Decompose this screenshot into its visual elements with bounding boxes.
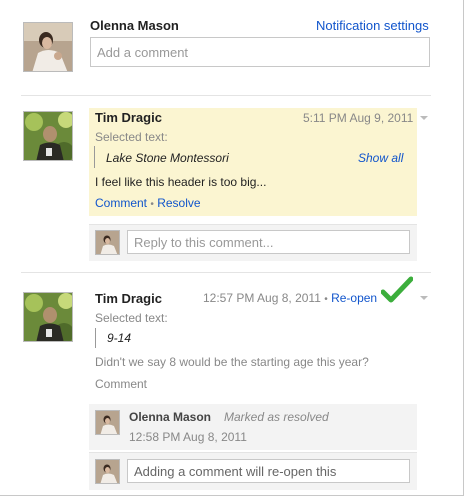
- comment-link[interactable]: Comment: [95, 196, 147, 210]
- show-all-link[interactable]: Show all: [358, 151, 403, 165]
- thread-2-author: Tim Dragic: [95, 291, 162, 306]
- thread-1-timestamp: 5:11 PM Aug 9, 2011: [303, 111, 414, 125]
- section-divider: [21, 95, 431, 96]
- reply-timestamp: 12:58 PM Aug 8, 2011: [129, 430, 247, 444]
- add-comment-input[interactable]: Add a comment: [90, 37, 430, 67]
- add-comment-placeholder: Add a comment: [97, 44, 189, 60]
- thread-1-author: Tim Dragic: [95, 110, 162, 125]
- thread-2-body: Didn't we say 8 would be the starting ag…: [95, 355, 369, 369]
- reopen-link[interactable]: Re-open: [331, 291, 377, 305]
- reply-input[interactable]: Reply to this comment...: [127, 230, 410, 254]
- thread-2-selected-text: 9-14: [107, 331, 132, 345]
- thread-1-selected-label: Selected text:: [95, 130, 168, 144]
- reply-status: Marked as resolved: [224, 410, 329, 424]
- current-user-name: Olenna Mason: [90, 18, 179, 33]
- checkmark-icon: [380, 276, 414, 306]
- thread-2-meta: 12:57 PM Aug 8, 2011 • Re-open: [203, 291, 377, 305]
- action-separator: •: [150, 199, 154, 210]
- thread-2-selected-label: Selected text:: [95, 311, 168, 325]
- thread-menu-icon[interactable]: [420, 296, 428, 300]
- notification-settings-link[interactable]: Notification settings: [316, 18, 429, 33]
- thread-2-comment-link[interactable]: Comment: [95, 377, 147, 391]
- thread-1-actions: Comment • Resolve: [95, 196, 201, 210]
- thread-1-body: I feel like this header is too big...: [95, 175, 267, 189]
- avatar: [95, 230, 120, 255]
- avatar: [23, 292, 73, 342]
- thread-1-card: Tim Dragic 5:11 PM Aug 9, 2011 Selected …: [89, 108, 417, 216]
- thread-menu-icon[interactable]: [420, 116, 428, 120]
- resolved-reply: Olenna Mason Marked as resolved 12:58 PM…: [89, 404, 417, 450]
- reopen-comment-placeholder: Adding a comment will re-open this: [134, 463, 337, 479]
- reopen-comment-input[interactable]: Adding a comment will re-open this: [127, 459, 410, 483]
- avatar: [95, 410, 120, 435]
- reply-author: Olenna Mason: [129, 410, 212, 424]
- avatar: [95, 459, 120, 484]
- comments-panel: Olenna Mason Notification settings Add a…: [0, 0, 464, 496]
- thread-2-timestamp: 12:57 PM Aug 8, 2011: [203, 291, 321, 305]
- avatar: [23, 22, 73, 72]
- meta-separator: •: [324, 294, 328, 305]
- thread-2-quote-bar: [95, 328, 96, 348]
- avatar: [23, 111, 73, 161]
- reply-placeholder: Reply to this comment...: [134, 234, 274, 250]
- resolve-link[interactable]: Resolve: [157, 196, 200, 210]
- thread-1-selected-text: Lake Stone Montessori: [106, 151, 229, 165]
- section-divider: [21, 272, 431, 273]
- thread-1-quote-bar: [94, 146, 95, 168]
